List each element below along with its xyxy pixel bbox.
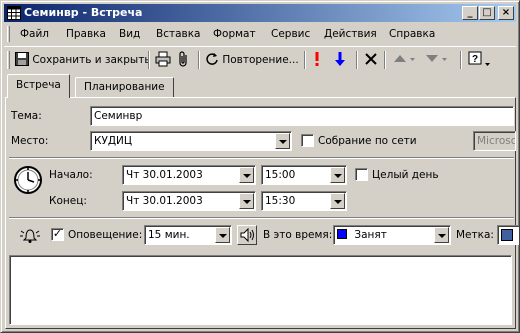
recurrence-icon xyxy=(206,53,218,65)
menu-help[interactable]: Справка xyxy=(389,28,435,40)
start-label: Начало: xyxy=(49,169,93,181)
help-button[interactable]: ? xyxy=(468,51,492,69)
menu-grip[interactable] xyxy=(7,26,10,42)
reminder-combobox[interactable]: 15 мин. xyxy=(144,225,232,245)
reminder-value: 15 мин. xyxy=(148,229,190,241)
help-icon: ? xyxy=(468,51,490,66)
start-date-dropdown-button[interactable] xyxy=(239,167,254,183)
save-icon xyxy=(15,52,29,66)
toolbar-grip[interactable] xyxy=(7,51,10,69)
toolbar-separator xyxy=(304,51,306,69)
tab-scheduling[interactable]: Планирование xyxy=(75,77,174,97)
divider xyxy=(9,217,514,219)
toolbar-separator xyxy=(148,51,150,69)
reminder-dropdown-button[interactable] xyxy=(215,227,230,243)
location-value: КУДИЦ xyxy=(94,135,133,147)
paperclip-icon xyxy=(179,51,187,67)
label-combobox[interactable] xyxy=(497,225,519,245)
toolbar-separator xyxy=(356,51,358,69)
attach-file-button[interactable] xyxy=(177,51,191,69)
end-label: Конец: xyxy=(49,195,87,207)
location-label: Место: xyxy=(11,135,49,147)
start-date-value: Чт 30.01.2003 xyxy=(126,169,203,181)
reminder-bell-icon xyxy=(20,229,40,243)
toolbar-separator xyxy=(198,51,200,69)
maximize-button[interactable]: □ xyxy=(479,6,495,20)
recurrence-button[interactable]: Повторение... xyxy=(205,51,299,69)
menu-tools[interactable]: Сервис xyxy=(271,28,310,40)
standard-toolbar: Сохранить и закрыть Повторение... ? xyxy=(4,46,516,72)
show-as-combobox[interactable]: Занят xyxy=(333,225,451,245)
next-item-icon xyxy=(426,55,447,62)
menu-insert[interactable]: Вставка xyxy=(156,28,201,40)
location-combobox[interactable]: КУДИЦ xyxy=(90,131,292,151)
show-as-dropdown-button[interactable] xyxy=(434,227,449,243)
clock-icon xyxy=(14,166,42,194)
print-button[interactable] xyxy=(155,51,171,69)
online-meeting-checkbox[interactable] xyxy=(301,134,314,147)
end-date-dropdown-button[interactable] xyxy=(239,193,254,209)
online-meeting-label: Собрание по сети xyxy=(318,135,417,147)
high-importance-button[interactable] xyxy=(313,51,321,69)
end-time-combobox[interactable]: 15:30 xyxy=(261,191,347,211)
menu-bar: Файл Правка Вид Вставка Формат Сервис Де… xyxy=(4,24,516,44)
directory-server-field: Microso xyxy=(473,131,516,151)
close-button[interactable]: × xyxy=(498,6,514,20)
show-as-value: Занят xyxy=(354,229,387,241)
reminder-checkbox[interactable]: ✓ xyxy=(51,228,64,241)
all-day-label: Целый день xyxy=(372,169,439,181)
menu-actions[interactable]: Действия xyxy=(324,28,377,40)
next-item-button[interactable] xyxy=(424,51,448,69)
delete-button[interactable] xyxy=(364,51,378,69)
label-color-swatch xyxy=(501,229,513,241)
end-date-value: Чт 30.01.2003 xyxy=(126,195,203,207)
save-and-close-button[interactable]: Сохранить и закрыть xyxy=(15,51,151,69)
reminder-sound-button[interactable] xyxy=(237,225,257,245)
tab-appointment[interactable]: Встреча xyxy=(7,74,70,98)
start-time-dropdown-button[interactable] xyxy=(330,167,345,183)
high-importance-icon xyxy=(315,52,319,66)
window-title: Семинвр - Встреча xyxy=(24,6,143,19)
appointment-window: Семинвр - Встреча _ □ × Файл Правка Вид … xyxy=(0,0,520,333)
svg-text:?: ? xyxy=(472,54,478,65)
label-label: Метка: xyxy=(456,229,494,241)
end-time-dropdown-button[interactable] xyxy=(330,193,345,209)
save-and-close-label: Сохранить и закрыть xyxy=(32,54,151,66)
previous-item-button[interactable] xyxy=(392,51,416,69)
reminder-label: Оповещение: xyxy=(68,229,143,241)
toolbar-separator xyxy=(384,51,386,69)
notes-textarea[interactable] xyxy=(9,255,512,325)
subject-label: Тема: xyxy=(11,110,42,122)
menu-format[interactable]: Формат xyxy=(213,28,256,40)
start-time-value: 15:00 xyxy=(265,169,296,181)
toolbar-separator xyxy=(460,51,462,69)
start-time-combobox[interactable]: 15:00 xyxy=(261,165,347,185)
calendar-app-icon xyxy=(7,6,21,20)
start-date-combobox[interactable]: Чт 30.01.2003 xyxy=(122,165,256,185)
low-importance-icon xyxy=(335,52,345,66)
all-day-checkbox[interactable] xyxy=(355,168,368,181)
recurrence-label: Повторение... xyxy=(222,54,299,66)
print-icon xyxy=(155,51,171,67)
divider xyxy=(9,157,514,159)
previous-item-icon xyxy=(394,55,415,62)
menu-edit[interactable]: Правка xyxy=(66,28,106,40)
location-dropdown-button[interactable] xyxy=(275,133,290,149)
speaker-icon xyxy=(240,227,254,243)
end-time-value: 15:30 xyxy=(265,195,296,207)
show-as-color-swatch xyxy=(337,229,347,239)
menu-file[interactable]: Файл xyxy=(20,28,49,40)
end-date-combobox[interactable]: Чт 30.01.2003 xyxy=(122,191,256,211)
low-importance-button[interactable] xyxy=(335,51,345,69)
delete-icon xyxy=(365,53,377,65)
minimize-button[interactable]: _ xyxy=(462,6,478,20)
menu-view[interactable]: Вид xyxy=(119,28,140,40)
title-bar[interactable]: Семинвр - Встреча _ □ × xyxy=(4,4,516,22)
show-as-label: В это время: xyxy=(263,229,333,241)
subject-input[interactable]: Семинвр xyxy=(90,106,514,126)
